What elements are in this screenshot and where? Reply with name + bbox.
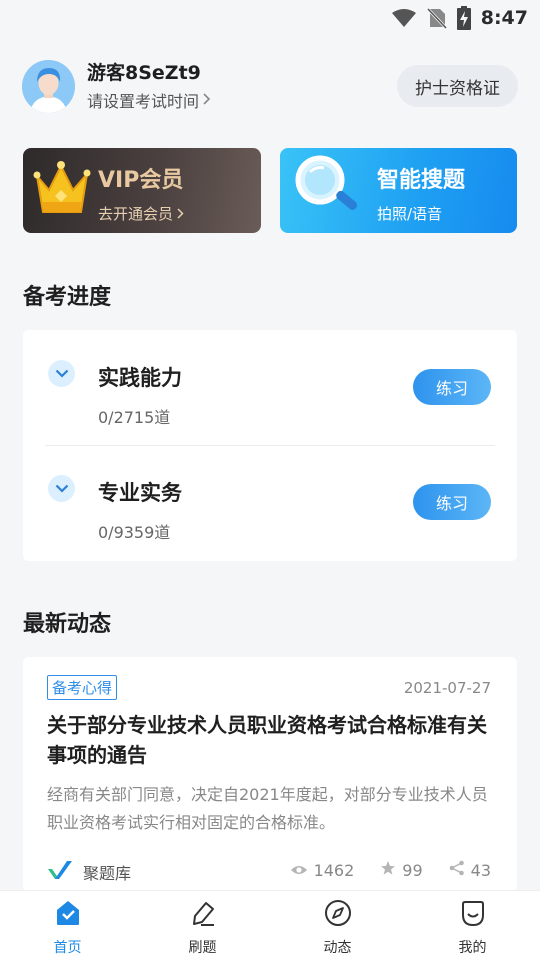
tab-label: 刷题 — [188, 940, 217, 956]
news-date: 2021-07-27 — [403, 679, 491, 697]
news-tag: 备考心得 — [47, 675, 118, 700]
subject-count: 0/9359道 — [98, 523, 171, 542]
cert-select-button[interactable]: 护士资格证 — [397, 65, 518, 107]
news-card[interactable]: 备考心得 2021-07-27 关于部分专业技术人员职业资格考试合格标准有关事项… — [23, 657, 517, 892]
smart-search-card[interactable]: 智能搜题 拍照/语音 — [280, 148, 517, 233]
exam-time-link[interactable]: 请设置考试时间 — [87, 88, 397, 112]
smart-search-title: 智能搜题 — [377, 168, 466, 193]
user-info[interactable]: 游客8SeZt9 请设置考试时间 — [87, 61, 397, 112]
source-name: 聚题库 — [83, 864, 132, 883]
profile-icon — [459, 899, 487, 931]
chevron-down-icon[interactable] — [48, 360, 75, 387]
progress-section-title: 备考进度 — [23, 285, 112, 310]
tab-label: 动态 — [323, 940, 352, 956]
wifi-icon — [391, 8, 417, 28]
vip-card[interactable]: VIP会员 去开通会员 — [23, 148, 261, 233]
exam-time-label: 请设置考试时间 — [87, 91, 200, 111]
stars-count: 99 — [402, 860, 423, 880]
tab-label: 首页 — [53, 940, 82, 956]
pencil-icon — [189, 899, 217, 931]
practice-button[interactable]: 练习 — [413, 369, 491, 405]
vip-subtitle-row: 去开通会员 — [98, 203, 184, 224]
profile-header: 游客8SeZt9 请设置考试时间 护士资格证 — [22, 56, 518, 116]
tab-home[interactable]: 首页 — [0, 891, 135, 960]
tab-practice[interactable]: 刷题 — [135, 891, 270, 960]
tab-label: 我的 — [458, 940, 487, 956]
avatar[interactable] — [22, 59, 75, 113]
views-stat: 1462 — [290, 860, 355, 880]
eye-icon — [290, 861, 308, 880]
tab-mine[interactable]: 我的 — [405, 891, 540, 960]
subject-name: 实践能力 — [98, 366, 182, 390]
news-summary: 经商有关部门同意，决定自2021年度起，对部分专业技术人员职业资格考试实行相对固… — [47, 785, 488, 832]
subject-count: 0/2715道 — [98, 408, 171, 427]
news-source: 聚题库 — [47, 860, 131, 884]
progress-card: 实践能力 0/2715道 练习 专业实务 0/9359道 练习 — [23, 330, 517, 561]
share-icon — [449, 860, 465, 880]
bottom-tab-bar: 首页 刷题 动态 我的 — [0, 890, 540, 960]
news-headline[interactable]: 关于部分专业技术人员职业资格考试合格标准有关事项的通告 — [47, 710, 497, 770]
status-time: 8:47 — [480, 7, 528, 29]
chevron-right-icon — [203, 90, 211, 109]
home-icon — [54, 899, 82, 931]
vip-title: VIP会员 — [98, 168, 184, 193]
compass-icon — [324, 899, 352, 931]
no-sim-icon — [426, 7, 447, 29]
chevron-down-icon[interactable] — [48, 475, 75, 502]
source-logo-icon — [47, 860, 73, 884]
promo-row: VIP会员 去开通会员 智能搜题 拍照/语音 — [23, 148, 517, 233]
smart-search-subtitle: 拍照/语音 — [377, 205, 443, 223]
stars-stat[interactable]: 99 — [380, 860, 423, 880]
star-icon — [380, 860, 396, 880]
status-bar: 8:47 — [0, 0, 540, 36]
practice-button[interactable]: 练习 — [413, 484, 491, 520]
views-count: 1462 — [313, 860, 355, 880]
progress-item-practice[interactable]: 实践能力 0/2715道 练习 — [23, 330, 517, 446]
subject-name: 专业实务 — [98, 481, 182, 505]
progress-item-professional[interactable]: 专业实务 0/9359道 练习 — [23, 445, 517, 560]
vip-subtitle: 去开通会员 — [98, 205, 174, 223]
shares-count: 43 — [470, 860, 491, 880]
username: 游客8SeZt9 — [87, 61, 201, 84]
crown-icon — [31, 154, 93, 226]
battery-charging-icon — [456, 6, 471, 30]
magnifier-icon — [288, 150, 368, 230]
chevron-right-icon — [177, 205, 184, 223]
tab-news[interactable]: 动态 — [270, 891, 405, 960]
news-stats: 1462 99 43 — [290, 860, 491, 880]
shares-stat[interactable]: 43 — [449, 860, 491, 880]
news-section-title: 最新动态 — [23, 612, 112, 637]
